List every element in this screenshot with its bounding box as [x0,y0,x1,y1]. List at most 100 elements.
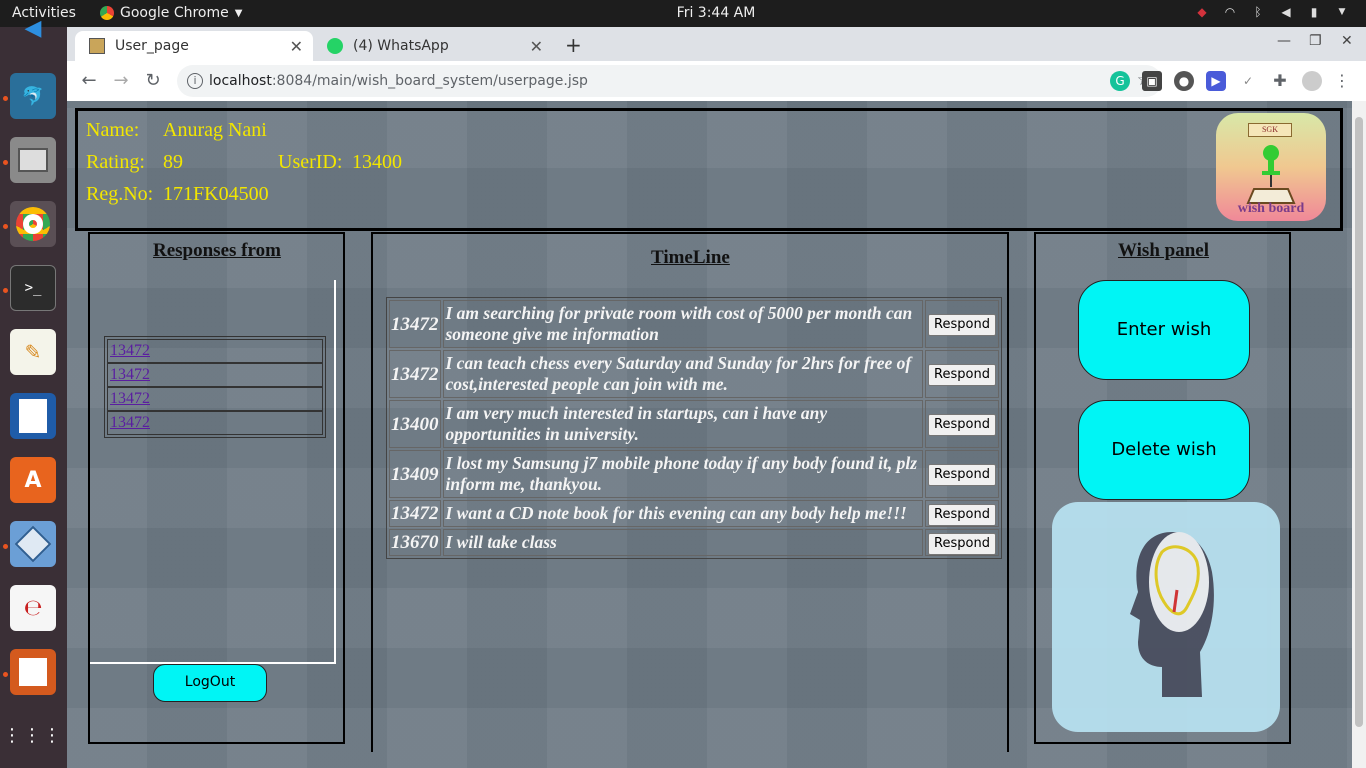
address-bar[interactable]: i localhost:8084/main/wish_board_system/… [177,65,1162,97]
chrome-icon[interactable] [10,201,56,247]
row-message: I want a CD note book for this evening c… [442,500,923,527]
logo-text: wish board [1237,201,1305,216]
impress-icon[interactable] [10,649,56,695]
dock: ◀ 🐬 >_ ✎ A ℮ ⋮⋮⋮ [0,16,67,768]
respond-button[interactable]: Respond [928,414,996,436]
extension-circle-icon[interactable]: ● [1174,71,1194,91]
wifi-icon[interactable]: ◠ [1222,4,1238,20]
wish-panel-title: Wish panel [1118,240,1209,261]
row-action-cell: Respond [925,500,999,527]
url-text[interactable]: localhost:8084/main/wish_board_system/us… [209,73,588,89]
respond-button[interactable]: Respond [928,503,996,526]
chevron-down-icon[interactable]: ▼ [1334,4,1350,20]
puzzle-icon[interactable]: ✚ [1270,71,1290,91]
battery-icon[interactable]: ▮ [1306,4,1322,20]
list-item: 13472 [107,387,323,411]
document-viewer-icon[interactable]: ℮ [10,585,56,631]
respond-button[interactable]: Respond [928,314,996,336]
writer-icon[interactable] [10,393,56,439]
file-manager-icon[interactable] [10,137,56,183]
terminal-icon[interactable]: >_ [10,265,56,311]
show-apps-icon[interactable]: ⋮⋮⋮ [3,713,61,759]
system-top-bar: Activities Google Chrome ▼ Fri 3:44 AM ◆… [0,0,1366,27]
timeline-table: 13472 I am searching for private room wit… [386,297,1002,559]
close-window-button[interactable]: ✕ [1341,33,1353,49]
row-message: I am searching for private room with cos… [442,300,923,348]
scrollbar-thumb[interactable] [1355,117,1363,727]
vscode-icon[interactable]: ◀ [10,15,56,41]
page-viewport: Name: Anurag Nani Rating: 89 UserID: 134… [67,101,1352,768]
mysql-workbench-icon[interactable]: 🐬 [10,73,56,119]
virtualbox-icon[interactable] [10,521,56,567]
restore-button[interactable]: ❐ [1309,33,1322,49]
row-user-id: 13409 [389,450,441,498]
clock[interactable]: Fri 3:44 AM [0,5,1366,21]
rating-label: Rating: [86,151,145,173]
back-button[interactable]: ← [77,69,101,93]
responses-list: 13472 13472 13472 13472 [104,336,326,438]
whatsapp-icon [327,38,343,54]
system-tray[interactable]: ◆ ◠ ᛒ ◀ ▮ ▼ [1194,4,1350,20]
info-icon[interactable]: i [187,73,203,89]
response-link[interactable]: 13472 [110,414,150,431]
enter-wish-button[interactable]: Enter wish [1078,280,1250,380]
new-tab-button[interactable]: + [565,33,582,57]
list-item: 13472 [107,339,323,363]
responses-title: Responses from [153,240,281,261]
forward-button[interactable]: → [109,69,133,93]
table-row: 13670 I will take class Respond [389,529,999,556]
bluetooth-icon[interactable]: ᛒ [1250,4,1266,20]
row-message: I am very much interested in startups, c… [442,400,923,448]
row-action-cell: Respond [925,450,999,498]
running-indicator [3,544,8,549]
delete-wish-button[interactable]: Delete wish [1078,400,1250,500]
respond-button[interactable]: Respond [928,364,996,386]
response-link[interactable]: 13472 [110,342,150,359]
checkmark-icon[interactable]: ✓ [1238,71,1258,91]
running-indicator [3,224,8,229]
page-scrollbar[interactable] [1352,101,1366,768]
minimize-button[interactable]: — [1277,33,1291,49]
row-action-cell: Respond [925,350,999,398]
dropbox-icon[interactable]: ◆ [1194,4,1210,20]
text-editor-icon[interactable]: ✎ [10,329,56,375]
userid-value: 13400 [352,151,402,173]
row-user-id: 13670 [389,529,441,556]
response-link[interactable]: 13472 [110,390,150,407]
logout-button[interactable]: LogOut [153,664,267,702]
extension-box-icon[interactable]: ▣ [1142,71,1162,91]
row-message: I will take class [442,529,923,556]
reload-button[interactable]: ↻ [141,69,165,93]
running-indicator [3,288,8,293]
row-message: I lost my Samsung j7 mobile phone today … [442,450,923,498]
respond-button[interactable]: Respond [928,532,996,555]
userid-label: UserID: [278,151,343,173]
software-center-icon[interactable]: A [10,457,56,503]
row-message: I can teach chess every Saturday and Sun… [442,350,923,398]
close-icon[interactable]: ✕ [530,37,543,56]
user-info-header: Name: Anurag Nani Rating: 89 UserID: 134… [75,108,1343,231]
tab-whatsapp[interactable]: (4) WhatsApp ✕ [313,31,553,61]
zoom-icon[interactable]: ▶ [1206,71,1226,91]
close-icon[interactable]: ✕ [290,37,303,56]
menu-dots-icon[interactable]: ⋮ [1332,71,1352,91]
profile-avatar[interactable] [1302,71,1322,91]
rating-value: 89 [163,151,183,173]
tab-user-page[interactable]: User_page ✕ [75,31,313,61]
volume-icon[interactable]: ◀ [1278,4,1294,20]
respond-button[interactable]: Respond [928,464,996,486]
name-label: Name: [86,119,140,141]
regno-label: Reg.No: [86,183,154,205]
row-action-cell: Respond [925,400,999,448]
name-value: Anurag Nani [163,119,267,141]
grammarly-icon[interactable]: G [1110,71,1130,91]
wish-board-logo: SGK wish board [1216,113,1326,221]
response-link[interactable]: 13472 [110,366,150,383]
url-path: :8084/main/wish_board_system/userpage.js… [271,73,588,89]
responses-panel: Responses from 13472 13472 13472 13472 L… [88,232,345,744]
row-user-id: 13472 [389,500,441,527]
url-host: localhost [209,73,272,89]
table-row: 13472 I can teach chess every Saturday an… [389,350,999,398]
timeline-title: TimeLine [651,247,730,268]
row-user-id: 13400 [389,400,441,448]
